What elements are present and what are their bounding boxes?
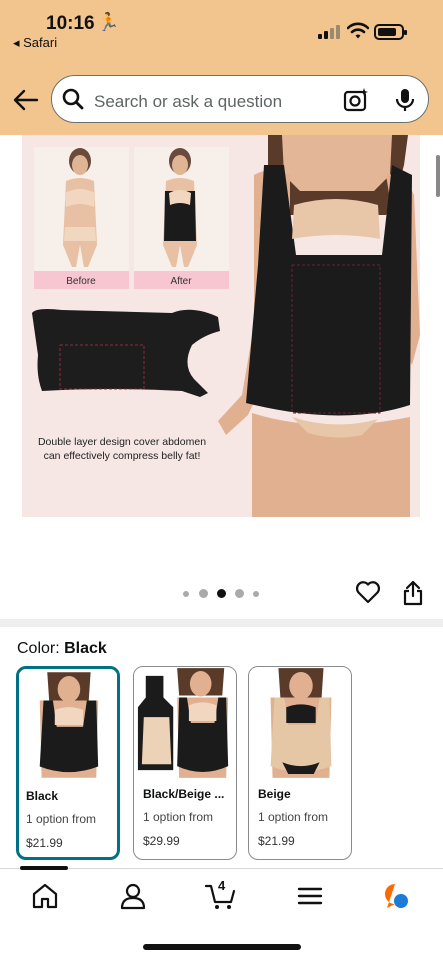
home-indicator (143, 944, 301, 950)
status-time: 10:16 (46, 13, 95, 34)
microphone-icon[interactable] (394, 87, 416, 113)
rufus-assistant-icon[interactable] (381, 882, 409, 910)
after-label: After (170, 276, 192, 287)
color-option-beige[interactable]: Beige 1 option from $21.99 (248, 666, 352, 860)
product-image-area: Before After Double layer design cover a… (0, 135, 443, 560)
carousel-dot[interactable] (183, 591, 189, 597)
activity-icon: 🏃 (97, 12, 120, 32)
color-option-thumbnail (134, 668, 236, 778)
search-placeholder[interactable]: Search or ask a question (94, 92, 282, 112)
home-icon[interactable] (31, 882, 59, 910)
color-option-black-beige[interactable]: Black/Beige ... 1 option from $29.99 (133, 666, 237, 860)
color-option-price: $21.99 (26, 836, 63, 850)
color-label: Color: Black (17, 640, 107, 658)
wifi-icon (347, 22, 369, 39)
menu-icon[interactable] (296, 882, 324, 910)
product-image[interactable]: Before After Double layer design cover a… (22, 135, 420, 517)
carousel-dot-active[interactable] (217, 589, 226, 598)
product-image-illustration: Before After Double layer design cover a… (32, 135, 420, 517)
carousel-dot[interactable] (199, 589, 208, 598)
image-caption-line2: can effectively compress belly fat! (44, 450, 201, 462)
back-arrow-icon[interactable] (13, 88, 39, 112)
color-option-text: 1 option from (258, 810, 329, 824)
color-selected-value: Black (64, 640, 107, 657)
color-option-price: $29.99 (143, 834, 180, 848)
active-tab-indicator (20, 866, 68, 870)
image-scrollbar[interactable] (436, 155, 440, 197)
color-option-black[interactable]: Black 1 option from $21.99 (16, 666, 120, 860)
carousel-dot[interactable] (235, 589, 244, 598)
cellular-signal-icon (318, 25, 342, 39)
heart-icon[interactable] (355, 580, 381, 604)
color-option-text: 1 option from (143, 810, 214, 824)
image-caption-line1: Double layer design cover abdomen (38, 436, 206, 448)
color-option-name: Black/Beige ... (143, 787, 225, 801)
back-to-safari-link[interactable]: ◂ Safari (13, 35, 57, 51)
status-bar: 10:16 🏃 ◂ Safari (0, 0, 443, 60)
color-option-price: $21.99 (258, 834, 295, 848)
color-option-thumbnail (19, 672, 117, 778)
search-bar[interactable]: Search or ask a question (51, 75, 429, 123)
carousel-dot[interactable] (253, 591, 259, 597)
cart-count-badge: 4 (218, 878, 226, 893)
share-icon[interactable] (402, 580, 424, 606)
search-icon (62, 88, 84, 110)
color-option-thumbnail (249, 668, 351, 778)
section-divider (0, 619, 443, 627)
color-option-name: Black (26, 789, 59, 803)
color-label-prefix: Color: (17, 640, 65, 657)
before-label: Before (66, 276, 96, 287)
account-icon[interactable] (119, 882, 147, 910)
color-option-name: Beige (258, 787, 291, 801)
camera-search-icon[interactable] (343, 87, 369, 113)
battery-icon (374, 24, 407, 40)
color-option-text: 1 option from (26, 812, 97, 826)
